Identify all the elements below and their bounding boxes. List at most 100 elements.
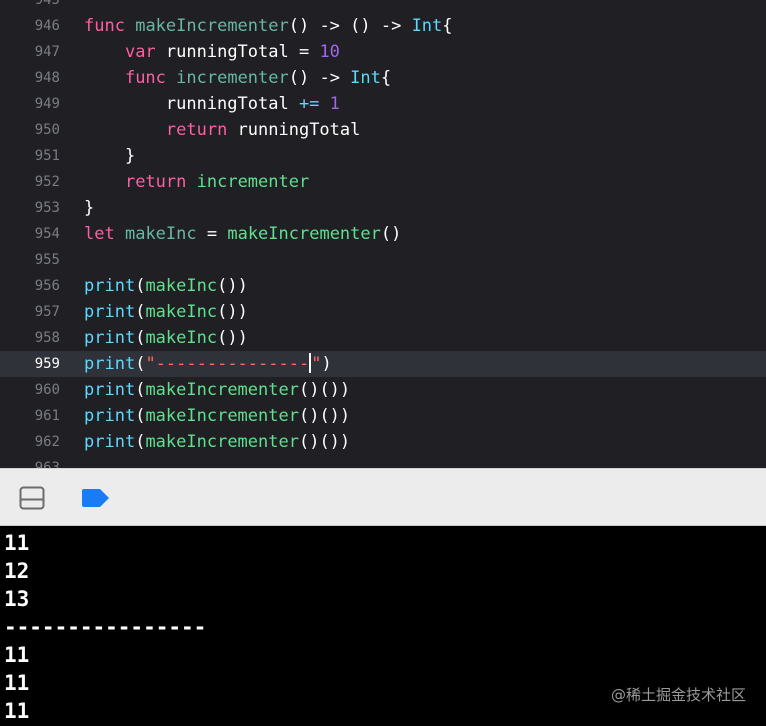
code-text[interactable]: print(makeIncrementer()()) <box>84 377 350 403</box>
code-token: ( <box>135 302 146 322</box>
code-token: print <box>84 380 136 400</box>
line-number: 952 <box>34 174 60 190</box>
code-line[interactable]: 958 print(makeInc()) <box>0 325 766 351</box>
code-token: ()()) <box>298 406 351 426</box>
code-token: runningTotal = <box>155 42 320 62</box>
code-text[interactable]: } <box>84 143 135 169</box>
code-token: () -> () -> <box>288 16 412 36</box>
code-token: makeInc <box>145 328 218 348</box>
code-token: return <box>124 172 187 192</box>
code-token: ( <box>135 328 146 348</box>
console-output[interactable]: 11 12 13 ---------------- 11 11 11 @稀土掘金技术社区 <box>0 526 766 726</box>
code-token: ( <box>135 406 146 426</box>
code-line[interactable]: 948 func incrementer() -> Int{ <box>0 65 766 91</box>
code-token: () -> <box>288 68 351 88</box>
code-text[interactable]: print("--------------- ") <box>84 351 332 377</box>
breakpoints-toggle-button[interactable] <box>80 486 109 510</box>
code-line[interactable]: 951 } <box>0 143 766 169</box>
code-line[interactable]: 954 let makeInc = makeIncrementer() <box>0 221 766 247</box>
code-text[interactable]: print(makeInc()) <box>84 325 248 351</box>
code-line-partial-top: 945 <box>0 0 766 13</box>
code-line[interactable]: 955 <box>0 247 766 273</box>
code-line[interactable]: 961 print(makeIncrementer()()) <box>0 403 766 429</box>
code-line[interactable]: 950 return runningTotal <box>0 117 766 143</box>
code-token: func <box>124 68 166 88</box>
code-line[interactable]: 952 return incrementer <box>0 169 766 195</box>
code-token: makeIncrementer <box>145 406 299 426</box>
code-token: makeInc <box>145 302 218 322</box>
code-text[interactable]: print(makeIncrementer()()) <box>84 429 350 455</box>
code-token: makeIncrementer <box>135 16 289 36</box>
code-token: = <box>196 224 228 244</box>
line-number: 947 <box>34 44 60 60</box>
console-output-line: 11 <box>4 699 30 723</box>
code-token: print <box>84 276 136 296</box>
line-number: 946 <box>34 18 60 34</box>
code-text[interactable]: var runningTotal = 10 <box>84 39 340 65</box>
line-number: 963 <box>34 460 60 468</box>
code-token: makeInc <box>124 224 197 244</box>
code-text[interactable]: print(makeInc()) <box>84 273 248 299</box>
line-number: 957 <box>34 304 60 320</box>
console-output-line: 11 <box>4 643 30 667</box>
code-text[interactable]: func incrementer() -> Int{ <box>84 65 391 91</box>
code-token: "--------------- <box>145 354 310 374</box>
code-line[interactable]: 946 func makeIncrementer() -> () -> Int{ <box>0 13 766 39</box>
code-line[interactable]: 957 print(makeInc()) <box>0 299 766 325</box>
line-number: 949 <box>34 96 60 112</box>
console-output-line: ---------------- <box>4 615 207 639</box>
code-token: ( <box>135 276 146 296</box>
code-token: ) <box>321 354 332 374</box>
code-token: 10 <box>319 42 340 62</box>
code-token: runningTotal <box>227 120 361 140</box>
code-text[interactable]: let makeInc = makeIncrementer() <box>84 221 401 247</box>
code-token: runningTotal <box>84 94 299 114</box>
watermark: @稀土掘金技术社区 <box>610 686 746 704</box>
line-number: 950 <box>34 122 60 138</box>
code-token: " <box>311 354 322 374</box>
line-number: 945 <box>34 0 60 8</box>
bottom-panel-icon <box>19 486 45 510</box>
code-token: ( <box>135 432 146 452</box>
code-text[interactable]: print(makeInc()) <box>84 299 248 325</box>
breakpoint-tag-icon <box>82 489 109 507</box>
code-token: ()) <box>217 276 248 296</box>
code-line[interactable]: 956 print(makeInc()) <box>0 273 766 299</box>
line-number: 958 <box>34 330 60 346</box>
debug-toolbar <box>0 468 766 526</box>
toggle-console-button[interactable] <box>19 486 45 510</box>
code-token: ()) <box>217 328 248 348</box>
code-text[interactable]: print(makeIncrementer()()) <box>84 403 350 429</box>
code-token: incrementer <box>196 172 310 192</box>
code-token: return <box>165 120 228 140</box>
code-token: ( <box>135 354 146 374</box>
code-text[interactable]: func makeIncrementer() -> () -> Int{ <box>84 13 453 39</box>
code-line[interactable]: 960 print(makeIncrementer()()) <box>0 377 766 403</box>
code-line[interactable]: 953} <box>0 195 766 221</box>
code-token: ()()) <box>298 432 351 452</box>
console-output-line: 11 <box>4 531 30 555</box>
code-text[interactable]: return incrementer <box>84 169 309 195</box>
code-token: incrementer <box>176 68 289 88</box>
code-editor[interactable]: 945 946 func makeIncrementer() -> () -> I… <box>0 0 766 468</box>
code-token: += <box>298 94 320 114</box>
code-text[interactable]: return runningTotal <box>84 117 360 143</box>
line-number: 953 <box>34 200 60 216</box>
code-line[interactable]: 959 print("--------------- ") <box>0 351 766 377</box>
code-text[interactable]: } <box>84 195 94 221</box>
code-token: makeIncrementer <box>227 224 381 244</box>
line-number: 962 <box>34 434 60 450</box>
line-number: 960 <box>34 382 60 398</box>
code-line[interactable]: 962 print(makeIncrementer()()) <box>0 429 766 455</box>
line-number: 954 <box>34 226 60 242</box>
code-line[interactable]: 949 runningTotal += 1 <box>0 91 766 117</box>
code-line[interactable]: 947 var runningTotal = 10 <box>0 39 766 65</box>
code-text[interactable]: runningTotal += 1 <box>84 91 340 117</box>
